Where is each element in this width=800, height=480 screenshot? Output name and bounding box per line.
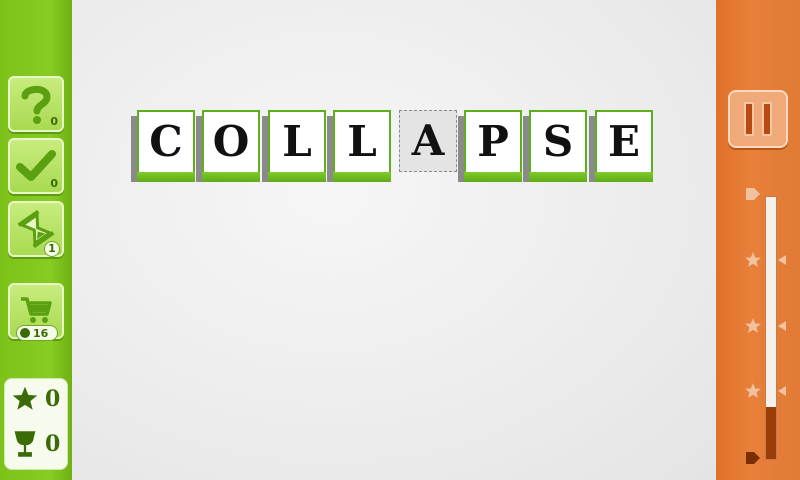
progress-sidebar [716, 0, 800, 480]
coin-icon [20, 328, 30, 338]
empty-slot[interactable]: A [399, 110, 457, 182]
letter-tile[interactable]: O [196, 110, 260, 182]
star-count: 0 [45, 386, 61, 412]
star-icon [12, 386, 38, 410]
ghost-letter: A [411, 116, 445, 165]
milestone-marker [778, 386, 786, 396]
progress-meter [765, 196, 777, 460]
star-score: 0 [11, 385, 60, 413]
letter-tile[interactable]: S [523, 110, 587, 182]
star-milestone-icon [745, 252, 761, 267]
tile-letter: O [212, 117, 250, 166]
pause-icon [740, 102, 776, 136]
star-milestone-icon [745, 383, 761, 398]
letter-tile[interactable]: C [131, 110, 195, 182]
meter-fill [766, 406, 776, 459]
tile-letter: C [149, 117, 183, 166]
goal-flag-icon [746, 188, 760, 200]
tile-letter: E [607, 117, 640, 166]
coin-count: 16 [16, 325, 58, 341]
tile-letter: L [282, 117, 312, 166]
hint-button[interactable]: 0 [8, 76, 64, 132]
tile-letter: L [347, 117, 377, 166]
letter-tile[interactable]: L [327, 110, 391, 182]
letter-tile[interactable]: P [458, 110, 522, 182]
time-count: 1 [44, 241, 60, 257]
trophy-score: 0 [11, 429, 60, 459]
check-button[interactable]: 0 [8, 138, 64, 194]
tile-letter: S [542, 117, 574, 166]
star-milestone-icon [745, 318, 761, 333]
pause-button[interactable] [728, 90, 788, 148]
trophy-icon [14, 431, 36, 457]
start-flag-icon [746, 452, 760, 464]
letter-tile[interactable]: E [589, 110, 653, 182]
score-panel: 0 0 [4, 378, 68, 470]
cart-icon [21, 297, 52, 323]
hint-count: 0 [50, 115, 58, 128]
question-icon [21, 85, 51, 124]
time-button[interactable]: 1 [8, 201, 64, 257]
letter-tile[interactable]: L [262, 110, 326, 182]
check-count: 0 [50, 177, 58, 190]
tile-letter: P [477, 117, 509, 166]
milestone-marker [778, 321, 786, 331]
game-board: C O L L A P S E [72, 0, 716, 480]
milestone-marker [778, 255, 786, 265]
trophy-count: 0 [45, 431, 61, 457]
coin-value: 16 [33, 326, 49, 340]
shop-button[interactable]: 16 [8, 283, 64, 341]
powerup-sidebar: 0 0 1 16 0 0 [0, 0, 72, 480]
